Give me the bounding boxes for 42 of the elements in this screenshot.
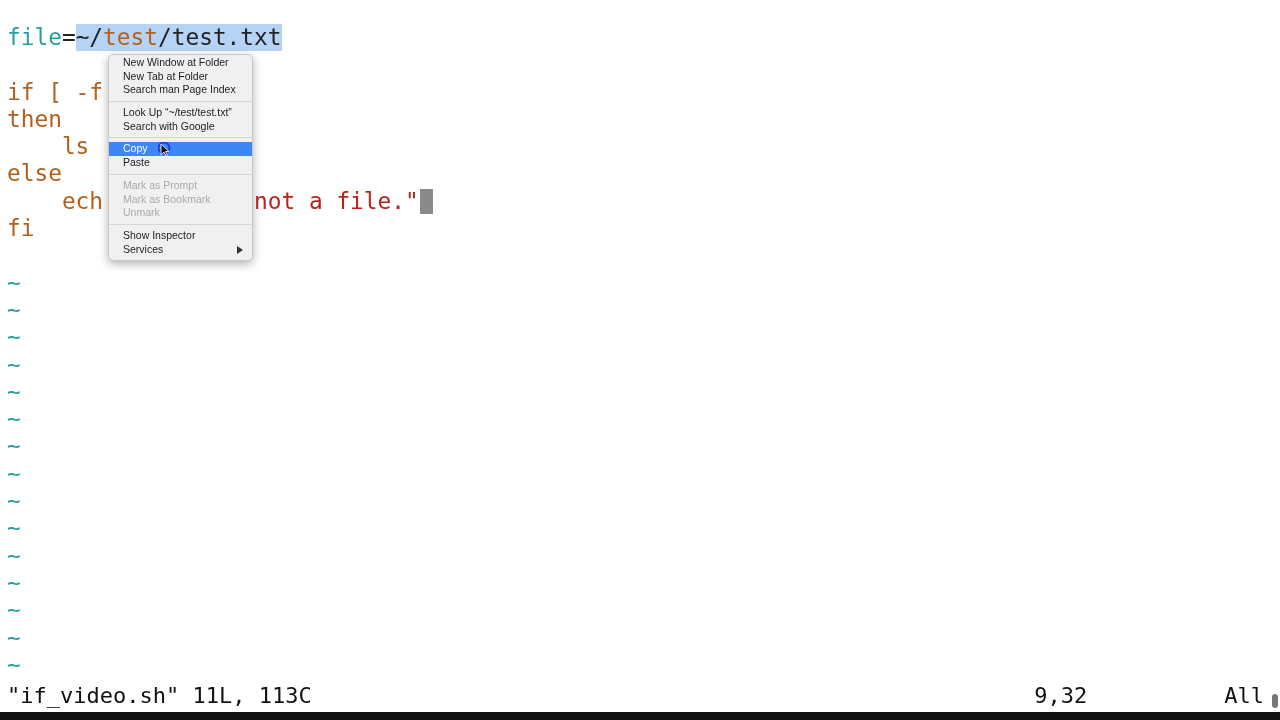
menu-item[interactable]: Paste (109, 156, 252, 170)
empty-line-marker: ~ (7, 569, 21, 598)
empty-line-marker: ~ (7, 624, 21, 652)
empty-line-marker: ~ (7, 324, 21, 352)
menu-item[interactable]: Look Up “~/test/test.txt” (109, 106, 252, 120)
status-message: "if_video.sh" 11L, 113C (7, 682, 313, 708)
menu-item[interactable]: Search man Page Index (109, 83, 252, 98)
empty-line-marker: ~ (7, 433, 21, 461)
submenu-arrow-icon (237, 245, 243, 254)
code-text: not a file." (254, 187, 419, 216)
empty-line-marker: ~ (7, 269, 21, 297)
mouse-pointer-icon (158, 142, 172, 158)
code-text: else (7, 160, 62, 188)
empty-line-marker: ~ (7, 296, 21, 325)
empty-line-marker: ~ (7, 597, 21, 625)
empty-line-marker: ~ (7, 406, 21, 434)
empty-line-marker: ~ (7, 515, 21, 543)
empty-line-marker: ~ (7, 542, 21, 570)
scrollbar-thumb[interactable] (1272, 694, 1278, 708)
code-text: then (7, 105, 62, 134)
cursor-position: 9,32 (1034, 682, 1089, 708)
code-text: ls (60, 133, 90, 161)
code-text: ~/ (75, 24, 104, 52)
empty-line-marker: ~ (7, 488, 21, 516)
empty-line-marker: ~ (7, 460, 21, 489)
code-text: ech (60, 187, 104, 216)
empty-line-marker: ~ (7, 351, 21, 379)
menu-item[interactable]: New Window at Folder (109, 56, 252, 70)
code-text: file (7, 24, 62, 52)
menu-item[interactable]: Services (109, 242, 252, 257)
code-text: /test.txt (158, 24, 282, 52)
menu-item[interactable]: Show Inspector (109, 228, 252, 243)
code-text: if [ -f (7, 78, 104, 106)
code-text: = (61, 24, 76, 52)
code-text: fi (7, 215, 35, 243)
menu-item[interactable]: Search with Google (109, 119, 252, 134)
code-text: test (103, 24, 158, 52)
menu-item[interactable]: Copy (109, 142, 252, 157)
menu-item[interactable]: New Tab at Folder (109, 69, 252, 84)
empty-line-marker: ~ (7, 651, 21, 680)
empty-line-marker: ~ (7, 378, 21, 407)
scroll-position: All (1224, 682, 1264, 708)
